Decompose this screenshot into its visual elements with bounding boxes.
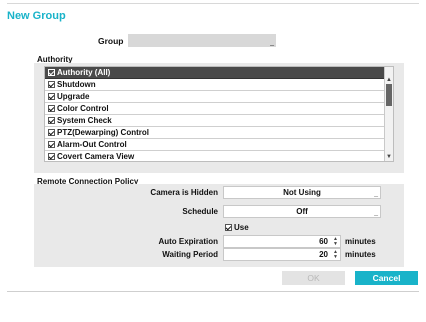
auto-expiration-label: Auto Expiration	[158, 237, 218, 246]
spinner-icon[interactable]: ▲ ▼	[333, 250, 338, 260]
use-checkbox[interactable]: Use	[225, 223, 249, 232]
cancel-button[interactable]: Cancel	[355, 271, 418, 285]
group-input[interactable]: _	[128, 34, 276, 47]
ok-button[interactable]: OK	[282, 271, 345, 285]
dropdown-corner-icon: _	[374, 191, 378, 198]
authority-row-all[interactable]: Authority (All)	[45, 67, 385, 79]
authority-item-label: Shutdown	[57, 80, 96, 89]
waiting-period-value: 20	[319, 250, 328, 259]
authority-list[interactable]: Authority (All) Shutdown Upgrade Color C…	[44, 66, 394, 162]
checkbox-icon[interactable]	[48, 129, 55, 136]
camera-hidden-value: Not Using	[283, 188, 321, 197]
authority-item-label: Covert Camera View	[57, 152, 135, 161]
authority-row-system-check[interactable]: System Check	[45, 115, 385, 127]
authority-row-shutdown[interactable]: Shutdown	[45, 79, 385, 91]
authority-item-label: Authority (All)	[57, 68, 111, 77]
authority-item-label: PTZ(Dewarping) Control	[57, 128, 149, 137]
scroll-down-icon[interactable]: ▼	[386, 154, 392, 160]
waiting-period-label: Waiting Period	[162, 250, 218, 259]
checkbox-icon[interactable]	[48, 105, 55, 112]
camera-hidden-label: Camera is Hidden	[150, 188, 218, 197]
authority-item-label: System Check	[57, 116, 112, 125]
list-scrollbar[interactable]: ▲ ▼	[384, 67, 393, 161]
authority-row-ptz[interactable]: PTZ(Dewarping) Control	[45, 127, 385, 139]
scroll-up-icon[interactable]: ▲	[386, 77, 392, 83]
schedule-value: Off	[296, 207, 308, 216]
group-label: Group	[98, 36, 124, 46]
input-corner-icon: _	[270, 39, 274, 46]
checkbox-icon[interactable]	[48, 81, 55, 88]
authority-row-upgrade[interactable]: Upgrade	[45, 91, 385, 103]
authority-row-alarm-out[interactable]: Alarm-Out Control	[45, 139, 385, 151]
authority-item-label: Upgrade	[57, 92, 90, 101]
schedule-label: Schedule	[182, 207, 218, 216]
authority-item-label: Alarm-Out Control	[57, 140, 127, 149]
auto-expiration-input[interactable]: 60 ▲ ▼	[223, 235, 341, 248]
dropdown-corner-icon: _	[374, 210, 378, 217]
spinner-icon[interactable]: ▲ ▼	[333, 237, 338, 247]
authority-row-covert-camera[interactable]: Covert Camera View	[45, 151, 385, 161]
scroll-thumb[interactable]	[386, 84, 392, 106]
camera-hidden-select[interactable]: Not Using _	[223, 186, 381, 199]
checkbox-icon[interactable]	[48, 141, 55, 148]
waiting-period-unit: minutes	[345, 250, 376, 259]
schedule-select[interactable]: Off _	[223, 205, 381, 218]
use-label: Use	[234, 223, 249, 232]
authority-row-color-control[interactable]: Color Control	[45, 103, 385, 115]
auto-expiration-unit: minutes	[345, 237, 376, 246]
authority-item-label: Color Control	[57, 104, 109, 113]
checkbox-icon[interactable]	[225, 224, 232, 231]
checkbox-icon[interactable]	[48, 153, 55, 160]
dialog-title: New Group	[7, 10, 66, 22]
checkbox-icon[interactable]	[48, 117, 55, 124]
checkbox-icon[interactable]	[48, 69, 55, 76]
checkbox-icon[interactable]	[48, 93, 55, 100]
auto-expiration-value: 60	[319, 237, 328, 246]
waiting-period-input[interactable]: 20 ▲ ▼	[223, 248, 341, 261]
